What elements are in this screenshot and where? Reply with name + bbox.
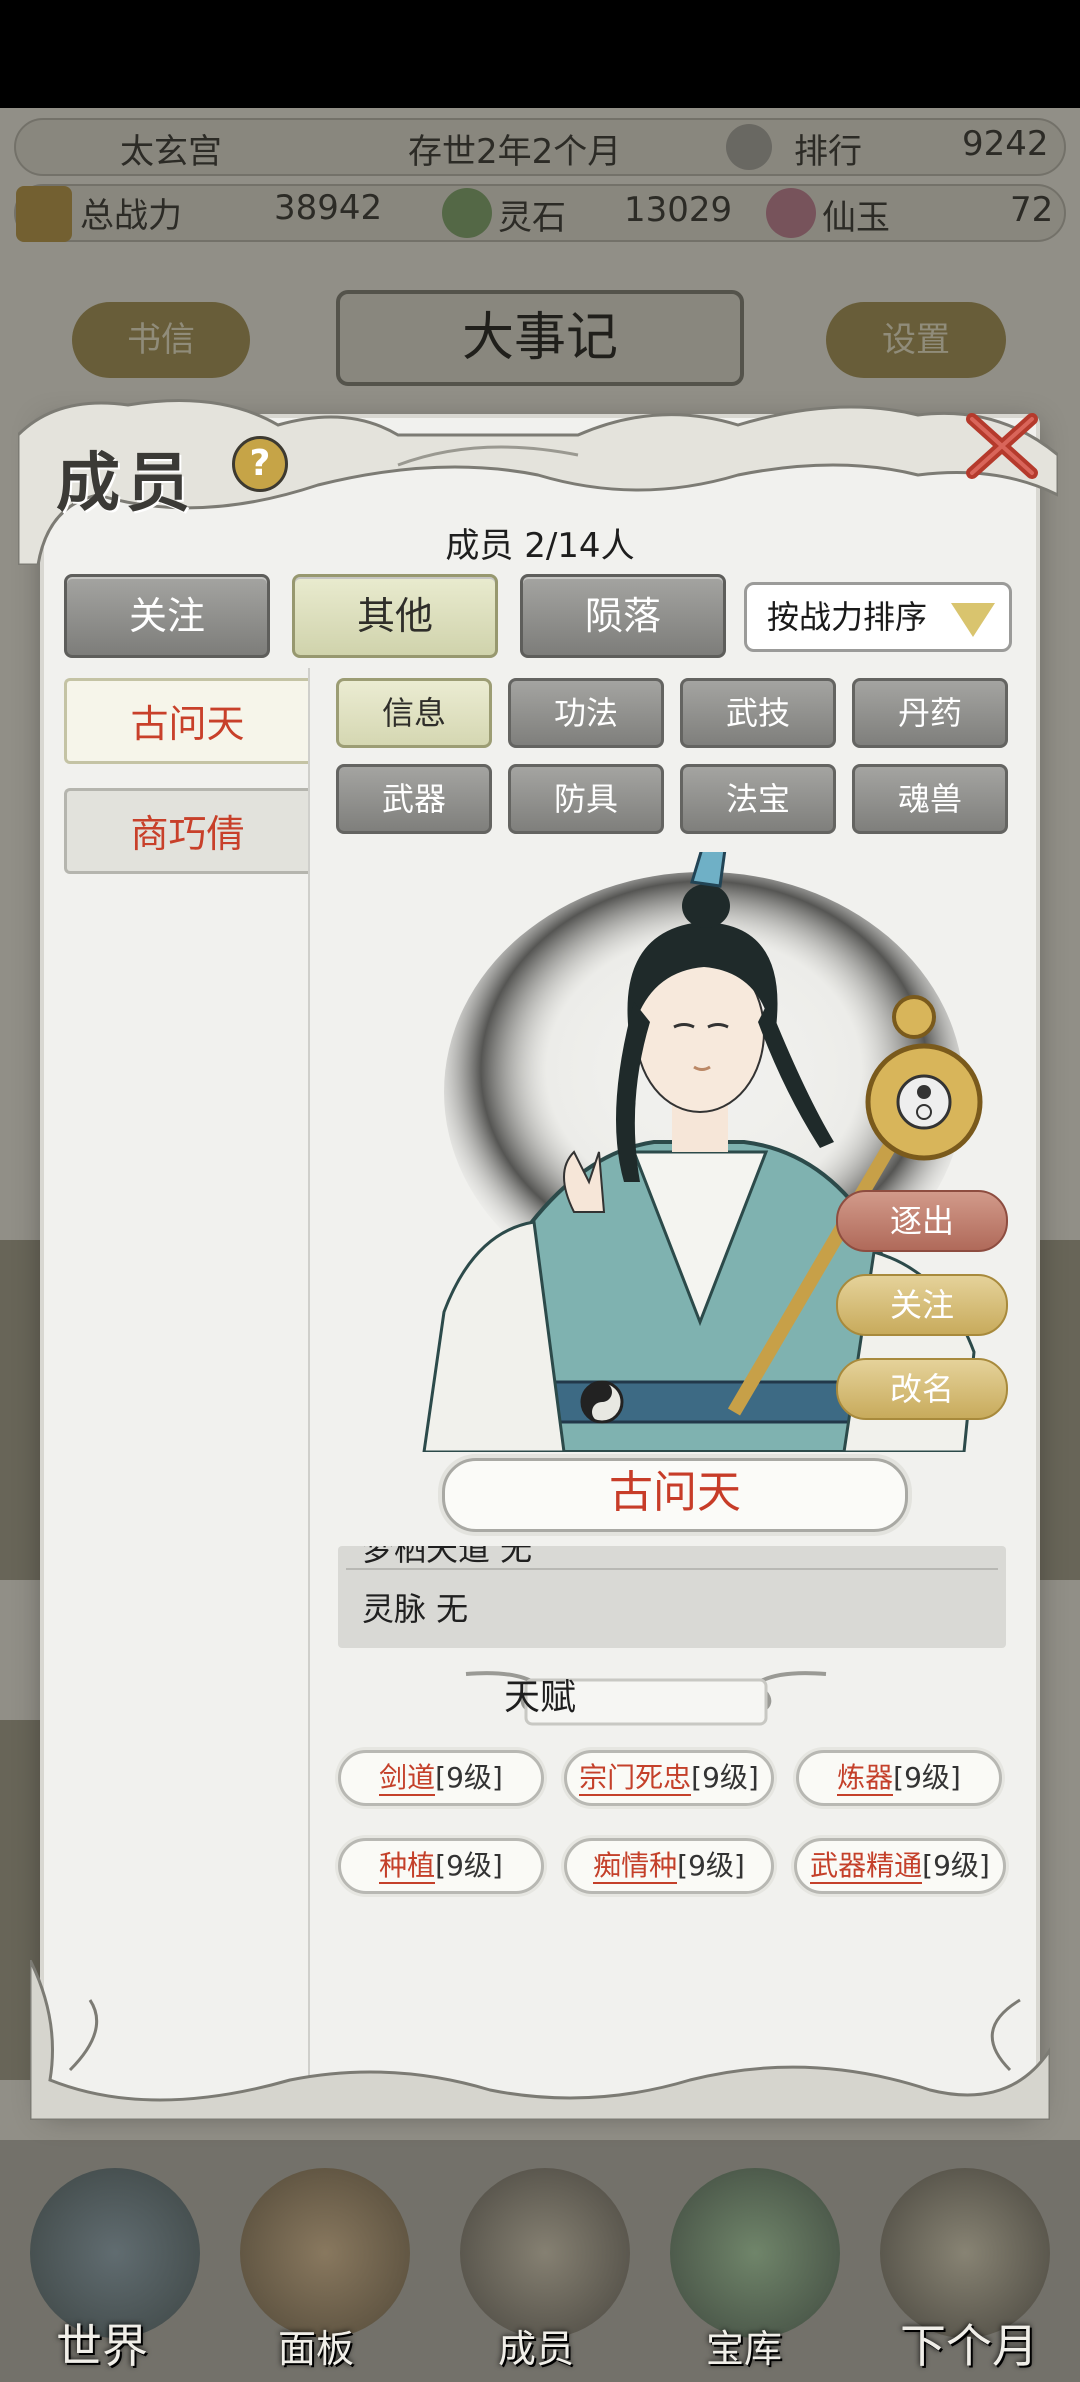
- talent-level: [9级]: [677, 1849, 745, 1882]
- subtab-info[interactable]: 信息: [336, 678, 492, 748]
- talent-level: [9级]: [922, 1849, 990, 1882]
- talent-name: 种植: [379, 1849, 436, 1884]
- info-row: 梦栖天道 无: [362, 1546, 533, 1568]
- sort-dropdown[interactable]: 按战力排序: [744, 582, 1012, 652]
- nav-world[interactable]: 世界: [56, 2310, 148, 2376]
- talent-name: 炼器: [837, 1761, 894, 1796]
- subtab-spirit-beast[interactable]: 魂兽: [852, 764, 1008, 834]
- member-item[interactable]: 商巧倩: [64, 788, 308, 874]
- sort-label: 按战力排序: [767, 598, 928, 636]
- rename-button[interactable]: 改名: [836, 1358, 1008, 1420]
- subtab-weapon[interactable]: 武器: [336, 764, 492, 834]
- tab-other[interactable]: 其他: [292, 574, 498, 658]
- member-count: 成员 2/14人: [445, 526, 635, 566]
- subtab-martial-skill[interactable]: 武技: [680, 678, 836, 748]
- tab-follow[interactable]: 关注: [64, 574, 270, 658]
- follow-button[interactable]: 关注: [836, 1274, 1008, 1336]
- talent-badge[interactable]: 宗门死忠[9级]: [564, 1750, 774, 1806]
- talent-badge[interactable]: 武器精通[9级]: [794, 1838, 1006, 1894]
- member-list: [60, 668, 310, 2088]
- panel-icon[interactable]: [240, 2168, 410, 2338]
- nav-panel[interactable]: 面板: [278, 2318, 354, 2373]
- talent-name: 武器精通: [810, 1849, 923, 1884]
- info-list[interactable]: 梦栖天道 无 灵脉 无: [338, 1546, 1006, 1648]
- status-bar: [0, 0, 1080, 108]
- talent-name: 宗门死忠: [579, 1761, 692, 1796]
- subtab-armor[interactable]: 防具: [508, 764, 664, 834]
- talent-badge[interactable]: 痴情种[9级]: [564, 1838, 774, 1894]
- modal-title: 成员: [56, 446, 196, 521]
- subtab-cultivation[interactable]: 功法: [508, 678, 664, 748]
- info-row: 灵脉 无: [362, 1590, 469, 1628]
- cloud-frame-bottom: [30, 1960, 1050, 2120]
- talent-title: 天赋: [503, 1677, 576, 1718]
- talent-level: [9级]: [691, 1761, 759, 1794]
- nav-members[interactable]: 成员: [498, 2318, 574, 2373]
- talent-badge[interactable]: 种植[9级]: [338, 1838, 544, 1894]
- talent-level: [9级]: [435, 1761, 503, 1794]
- expel-button[interactable]: 逐出: [836, 1190, 1008, 1252]
- subtab-treasure[interactable]: 法宝: [680, 764, 836, 834]
- help-icon[interactable]: ?: [232, 436, 288, 492]
- member-item[interactable]: 古问天: [64, 678, 308, 764]
- talent-name: 剑道: [379, 1761, 436, 1796]
- row-divider: [346, 1568, 998, 1570]
- treasury-icon[interactable]: [670, 2168, 840, 2338]
- character-name: 古问天: [442, 1458, 908, 1532]
- nav-treasury[interactable]: 宝库: [706, 2318, 782, 2373]
- subtab-pills[interactable]: 丹药: [852, 678, 1008, 748]
- members-icon[interactable]: [460, 2168, 630, 2338]
- talent-name: 痴情种: [593, 1849, 678, 1884]
- close-icon[interactable]: [960, 405, 1044, 489]
- talent-badge[interactable]: 剑道[9级]: [338, 1750, 544, 1806]
- talent-level: [9级]: [893, 1761, 961, 1794]
- tab-fallen[interactable]: 陨落: [520, 574, 726, 658]
- talent-level: [9级]: [435, 1849, 503, 1882]
- nav-next-month[interactable]: 下个月: [900, 2310, 1038, 2376]
- dropdown-arrow-icon: [951, 603, 995, 637]
- talent-badge[interactable]: 炼器[9级]: [796, 1750, 1002, 1806]
